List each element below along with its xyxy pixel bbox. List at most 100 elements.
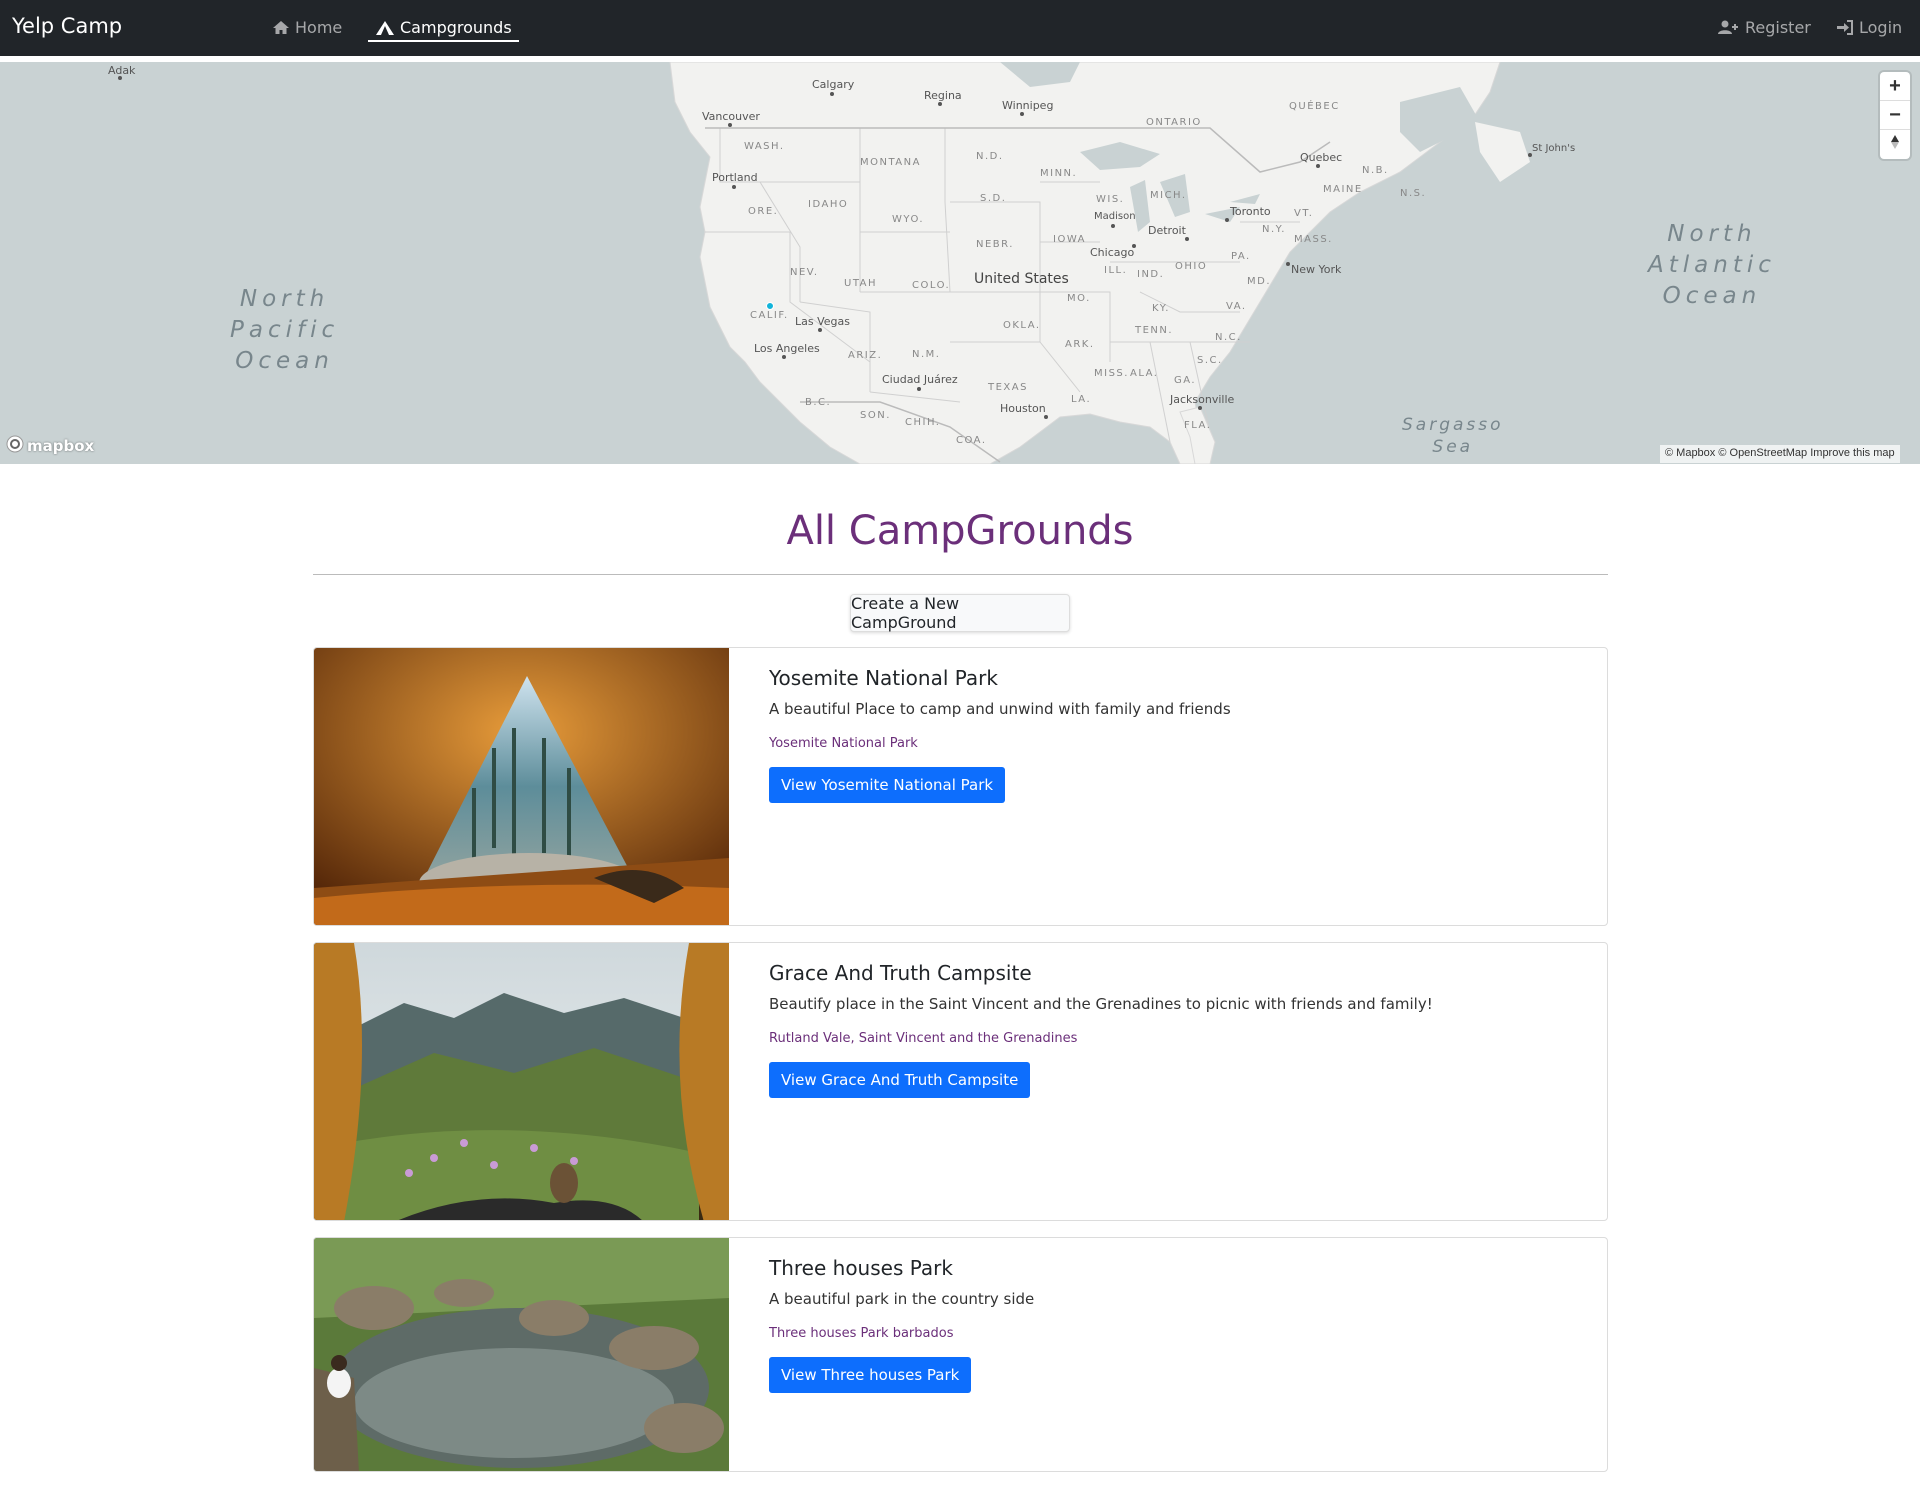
map-city: New York [1291,263,1342,276]
card-title: Three houses Park [769,1256,953,1280]
map-state: ORE. [748,206,779,217]
map-state: N.D. [976,151,1004,162]
view-campground-button[interactable]: View Three houses Park [769,1357,972,1393]
campground-image[interactable] [314,943,729,1221]
map-city-dot [1528,153,1532,157]
map-state: S.D. [980,193,1007,204]
map-state: LA. [1071,394,1092,405]
campground-image[interactable] [314,1238,729,1472]
map-city: Calgary [812,78,855,91]
map-city: Portland [712,171,758,184]
cluster-map[interactable]: North Pacific Ocean North Atlantic Ocean Sar… [0,62,1920,464]
map-state: IOWA [1053,234,1087,245]
map-city-dot [1316,164,1320,168]
campground-card: Grace And Truth Campsite Beautify place … [313,942,1608,1221]
map-state: MONTANA [860,157,921,168]
map-state: MINN. [1040,168,1078,179]
title-divider [313,574,1608,575]
map-city-dot [830,92,834,96]
card-description: A beautiful park in the country side [769,1290,1035,1308]
brand-logo[interactable]: Yelp Camp [12,14,122,38]
card-description: A beautiful Place to camp and unwind wit… [769,700,1231,718]
map-state: COA. [956,435,987,446]
map-state: S.C. [1197,355,1223,366]
map-state: FLA. [1184,420,1212,431]
nav-home-label: Home [295,18,343,37]
mapbox-logo[interactable]: mapbox [6,435,94,457]
card-body: Yosemite National Park A beautiful Place… [769,666,1587,803]
map-city-dot [1225,218,1229,222]
map-city: Winnipeg [1002,99,1054,112]
card-title: Yosemite National Park [769,666,998,690]
map-state: N.S. [1400,188,1427,199]
map-city: Detroit [1148,224,1186,237]
map-state: GA. [1174,375,1197,386]
map-state: N.C. [1215,332,1242,343]
create-campground-button[interactable]: Create a New CampGround [850,594,1070,632]
nav-campgrounds-label: Campgrounds [400,18,512,37]
card-body: Three houses Park A beautiful park in th… [769,1256,1587,1393]
map-state: OKLA. [1003,320,1041,331]
map-city-dot [732,185,736,189]
card-location: Three houses Park barbados [769,1326,954,1341]
map-state: NEBR. [976,239,1014,250]
map-state: OHIO [1175,261,1208,272]
map-state: ALA. [1130,368,1159,379]
map-state: WYO. [892,214,925,225]
user-plus-icon [1718,20,1740,35]
map-state: VT. [1294,208,1314,219]
map-state: WASH. [744,141,785,152]
map-city: Chicago [1090,246,1135,259]
map-ocean-pacific: North Pacific Ocean [230,286,340,374]
card-title: Grace And Truth Campsite [769,961,1032,985]
map-state: N.M. [912,349,941,360]
map-state: COLO. [912,280,951,291]
map-state: MD. [1247,276,1272,287]
nav-login-label: Login [1859,18,1903,37]
home-icon [272,20,290,35]
compass-button[interactable] [1880,130,1910,159]
map-city: Las Vegas [795,315,850,328]
map-city-dot [818,328,822,332]
map-city: Los Angeles [754,342,820,355]
map-state: IDAHO [808,199,849,210]
nav-register[interactable]: Register [1718,18,1811,37]
view-campground-button[interactable]: View Grace And Truth Campsite [769,1062,1031,1098]
map-city: Madison [1094,211,1136,222]
map-city-dot [1132,244,1136,248]
map-city-dot [782,355,786,359]
map-state: ONTARIO [1146,117,1202,128]
campground-card: Three houses Park A beautiful park in th… [313,1237,1608,1472]
map-city-dot [917,387,921,391]
map-state: TENN. [1135,325,1174,336]
map-city: Regina [924,89,962,102]
map-state: IND. [1137,269,1165,280]
compass-icon [1889,133,1901,156]
map-city-dot [1198,406,1202,410]
map-navigation-controls: + − [1880,72,1910,159]
campground-image[interactable] [314,648,729,926]
map-basemap [669,62,1530,464]
sign-in-icon [1836,20,1854,35]
nav-campgrounds[interactable]: Campgrounds [368,18,519,42]
campground-map-marker[interactable] [766,302,774,310]
map-attribution[interactable]: © Mapbox © OpenStreetMap Improve this ma… [1660,445,1900,463]
zoom-in-button[interactable]: + [1880,72,1910,101]
nav-login[interactable]: Login [1836,18,1902,37]
view-campground-button[interactable]: View Yosemite National Park [769,767,1006,803]
map-city: Quebec [1300,151,1343,164]
map-state: ILL. [1104,265,1128,276]
map-state: QUÉBEC [1289,101,1340,112]
page-title: All CampGrounds [786,508,1134,554]
map-state: MASS. [1294,234,1333,245]
map-state: ARK. [1065,339,1095,350]
map-city-dot [1044,415,1048,419]
map-city-dot [728,123,732,127]
map-ocean-atlantic: North Atlantic Ocean [1648,221,1776,309]
nav-home[interactable]: Home [272,18,342,37]
zoom-out-button[interactable]: − [1880,101,1910,130]
map-city: Jacksonville [1170,393,1235,406]
map-state: N.Y. [1262,224,1286,235]
navbar: Yelp Camp Home Campgrounds Register Logi… [0,0,1920,56]
map-state: PA. [1231,251,1251,262]
